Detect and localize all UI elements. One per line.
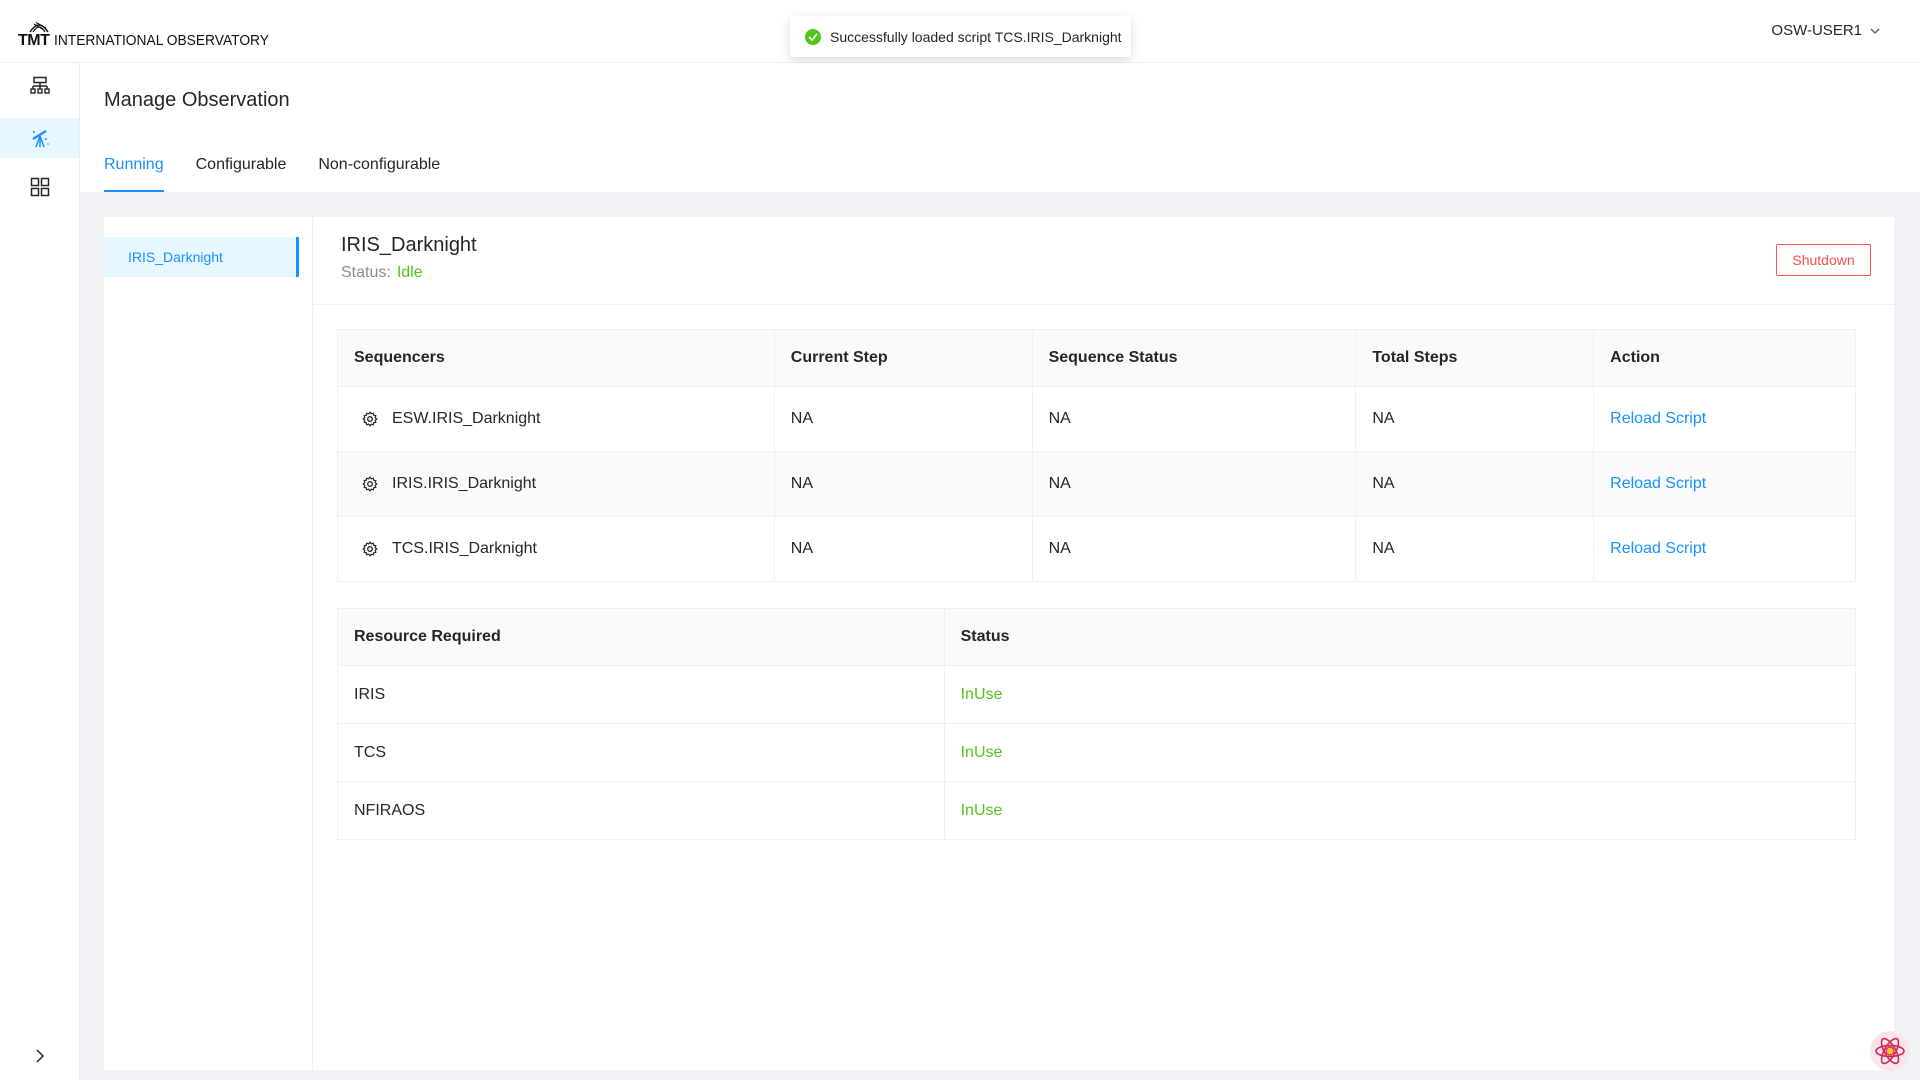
col-sequencers: Sequencers <box>337 329 775 387</box>
logo-mark: TMT <box>18 20 52 50</box>
page-header: Manage Observation Running Configurable … <box>80 63 1920 192</box>
resource-status-cell: InUse <box>943 781 1857 840</box>
observation-item-iris-darknight[interactable]: IRIS_Darknight <box>104 237 299 277</box>
sequencer-name: TCS.IRIS_Darknight <box>392 540 537 557</box>
table-row: NFIRAOS InUse <box>337 781 1857 840</box>
sequence-status-cell: NA <box>1031 451 1357 517</box>
user-menu[interactable]: OSW-USER1 <box>1771 22 1880 39</box>
col-total-steps: Total Steps <box>1355 329 1595 387</box>
observation-card: IRIS_Darknight IRIS_Darknight Status: Idl… <box>104 217 1894 1070</box>
table-header-row: Sequencers Current Step Sequence Status … <box>337 329 1856 387</box>
gear-icon <box>362 476 378 492</box>
observation-tabs: Running Configurable Non-configurable <box>104 154 472 192</box>
success-toast: Successfully loaded script TCS.IRIS_Dark… <box>790 16 1131 57</box>
resource-name-cell: TCS <box>337 723 945 782</box>
nav-infrastructure[interactable] <box>0 66 79 106</box>
action-cell: Reload Script <box>1593 386 1856 452</box>
col-resource-status: Status <box>943 608 1857 666</box>
status-label: Status: <box>341 264 391 281</box>
logo-text: INTERNATIONAL OBSERVATORY <box>54 32 269 49</box>
col-current-step: Current Step <box>773 329 1033 387</box>
sitemap-icon <box>29 76 50 94</box>
nav-collapse-toggle[interactable] <box>0 1036 79 1076</box>
side-nav <box>0 63 80 1080</box>
table-header-row: Resource Required Status <box>337 608 1857 666</box>
nav-observations[interactable] <box>0 118 79 158</box>
sequencers-table: Sequencers Current Step Sequence Status … <box>337 329 1856 582</box>
resource-status-cell: InUse <box>943 723 1857 782</box>
current-step-cell: NA <box>773 516 1033 582</box>
table-row: IRIS InUse <box>337 665 1857 724</box>
total-steps-cell: NA <box>1355 516 1595 582</box>
logo-tmt: TMT <box>18 32 50 49</box>
detail-status: Status: Idle <box>341 264 423 282</box>
user-name: OSW-USER1 <box>1771 22 1862 39</box>
sequence-status-cell: NA <box>1031 516 1357 582</box>
total-steps-cell: NA <box>1355 451 1595 517</box>
page-title: Manage Observation <box>104 89 290 111</box>
resource-name-cell: IRIS <box>337 665 945 724</box>
col-action: Action <box>1593 329 1856 387</box>
total-steps-cell: NA <box>1355 386 1595 452</box>
action-cell: Reload Script <box>1593 516 1856 582</box>
col-resource-required: Resource Required <box>337 608 945 666</box>
nav-dashboard[interactable] <box>0 167 79 207</box>
react-devtools-icon[interactable] <box>1870 1031 1910 1071</box>
sequencer-name: ESW.IRIS_Darknight <box>392 410 541 427</box>
resource-status-cell: InUse <box>943 665 1857 724</box>
table-row: IRIS.IRIS_Darknight NA NA NA Reload Scri… <box>337 451 1856 517</box>
detail-title: IRIS_Darknight <box>341 234 477 256</box>
sequencer-name: IRIS.IRIS_Darknight <box>392 475 537 492</box>
tab-non-configurable[interactable]: Non-configurable <box>318 154 440 192</box>
reload-script-link[interactable]: Reload Script <box>1610 475 1706 492</box>
table-row: TCS InUse <box>337 723 1857 782</box>
tmt-logo[interactable]: TMT INTERNATIONAL OBSERVATORY <box>18 10 288 50</box>
current-step-cell: NA <box>773 451 1033 517</box>
check-circle-icon <box>805 28 821 45</box>
tab-running[interactable]: Running <box>104 154 164 192</box>
table-row: ESW.IRIS_Darknight NA NA NA Reload Scrip… <box>337 386 1856 452</box>
observation-detail: IRIS_Darknight Status: Idle Shutdown Sequ… <box>313 217 1894 1070</box>
table-row: TCS.IRIS_Darknight NA NA NA Reload Scrip… <box>337 516 1856 582</box>
telescope-icon <box>31 129 49 148</box>
detail-header: IRIS_Darknight Status: Idle Shutdown <box>313 217 1894 305</box>
grid-icon <box>30 177 49 197</box>
chevron-right-icon <box>35 1049 44 1063</box>
status-value: Idle <box>396 264 423 281</box>
gear-icon <box>362 541 378 557</box>
reload-script-link[interactable]: Reload Script <box>1610 540 1706 557</box>
chevron-down-icon <box>1870 28 1880 34</box>
sequencer-cell: TCS.IRIS_Darknight <box>337 516 775 582</box>
observation-list: IRIS_Darknight <box>104 217 313 1070</box>
tab-configurable[interactable]: Configurable <box>196 154 287 192</box>
sequencer-cell: IRIS.IRIS_Darknight <box>337 451 775 517</box>
resource-name-cell: NFIRAOS <box>337 781 945 840</box>
current-step-cell: NA <box>773 386 1033 452</box>
resources-table: Resource Required Status IRIS InUse TCS … <box>337 608 1857 840</box>
sequencer-cell: ESW.IRIS_Darknight <box>337 386 775 452</box>
shutdown-button[interactable]: Shutdown <box>1776 244 1871 276</box>
action-cell: Reload Script <box>1593 451 1856 517</box>
reload-script-link[interactable]: Reload Script <box>1610 410 1706 427</box>
toast-message: Successfully loaded script TCS.IRIS_Dark… <box>830 28 1122 45</box>
gear-icon <box>362 411 378 427</box>
col-sequence-status: Sequence Status <box>1031 329 1357 387</box>
sequence-status-cell: NA <box>1031 386 1357 452</box>
